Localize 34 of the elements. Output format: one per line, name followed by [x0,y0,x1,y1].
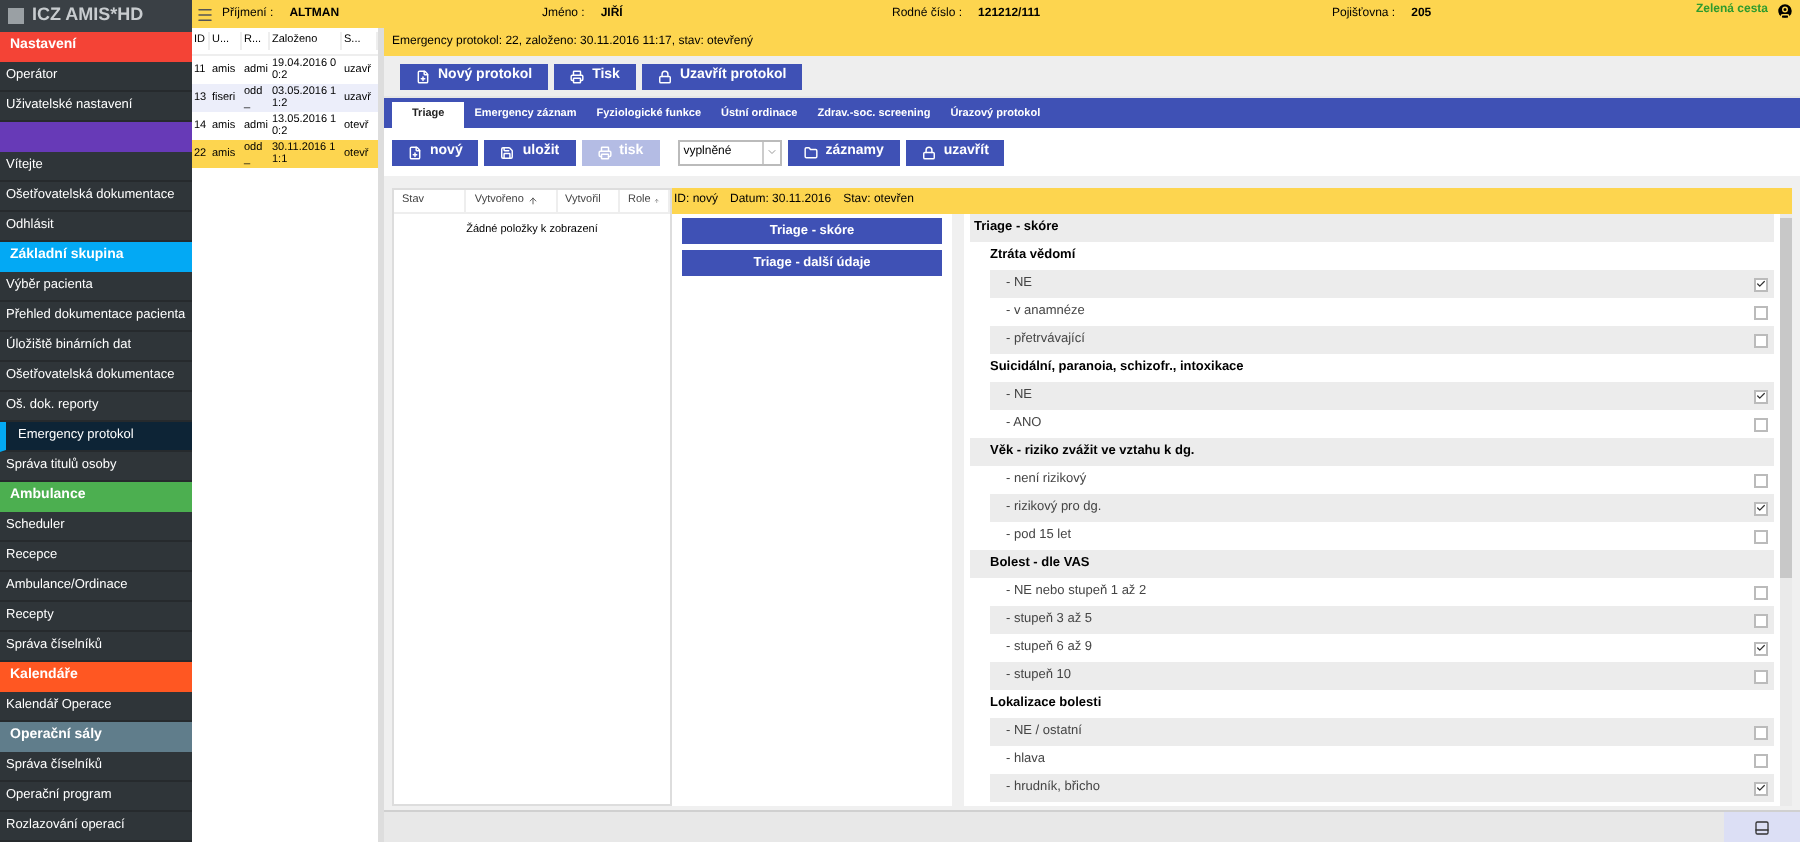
check-icon [1756,782,1766,794]
check-icon [1756,390,1766,402]
lock-icon [921,145,936,159]
checkbox[interactable] [1754,389,1768,403]
folder-icon [803,145,818,159]
checkbox[interactable] [1754,725,1768,739]
logo-square-icon [8,8,24,24]
printer-icon [597,145,612,159]
printer-icon [570,70,585,84]
checkbox[interactable] [1754,781,1768,795]
checkbox[interactable] [1754,529,1768,543]
check-icon [1756,642,1766,654]
checkbox[interactable] [1754,613,1768,627]
lock-icon [657,70,672,84]
chevron-down-icon [765,146,778,158]
file-plus-icon [416,70,430,84]
file-plus-icon [408,145,422,159]
checkbox[interactable] [1754,641,1768,655]
checkbox[interactable] [1754,585,1768,599]
checkbox[interactable] [1754,417,1768,431]
logo: ICZ AMIS*HD [32,2,144,29]
floppy-disk-icon [500,145,515,159]
panel-icon[interactable] [1754,819,1770,835]
checkbox[interactable] [1754,473,1768,487]
check-icon [1756,502,1766,514]
checkbox[interactable] [1754,333,1768,347]
checkbox[interactable] [1754,753,1768,767]
checkbox[interactable] [1754,305,1768,319]
menu-icon[interactable] [196,5,214,23]
checkbox[interactable] [1754,501,1768,515]
checkbox[interactable] [1754,669,1768,683]
checkbox[interactable] [1754,277,1768,291]
user-icon[interactable] [1776,2,1794,20]
check-icon [1756,278,1766,290]
